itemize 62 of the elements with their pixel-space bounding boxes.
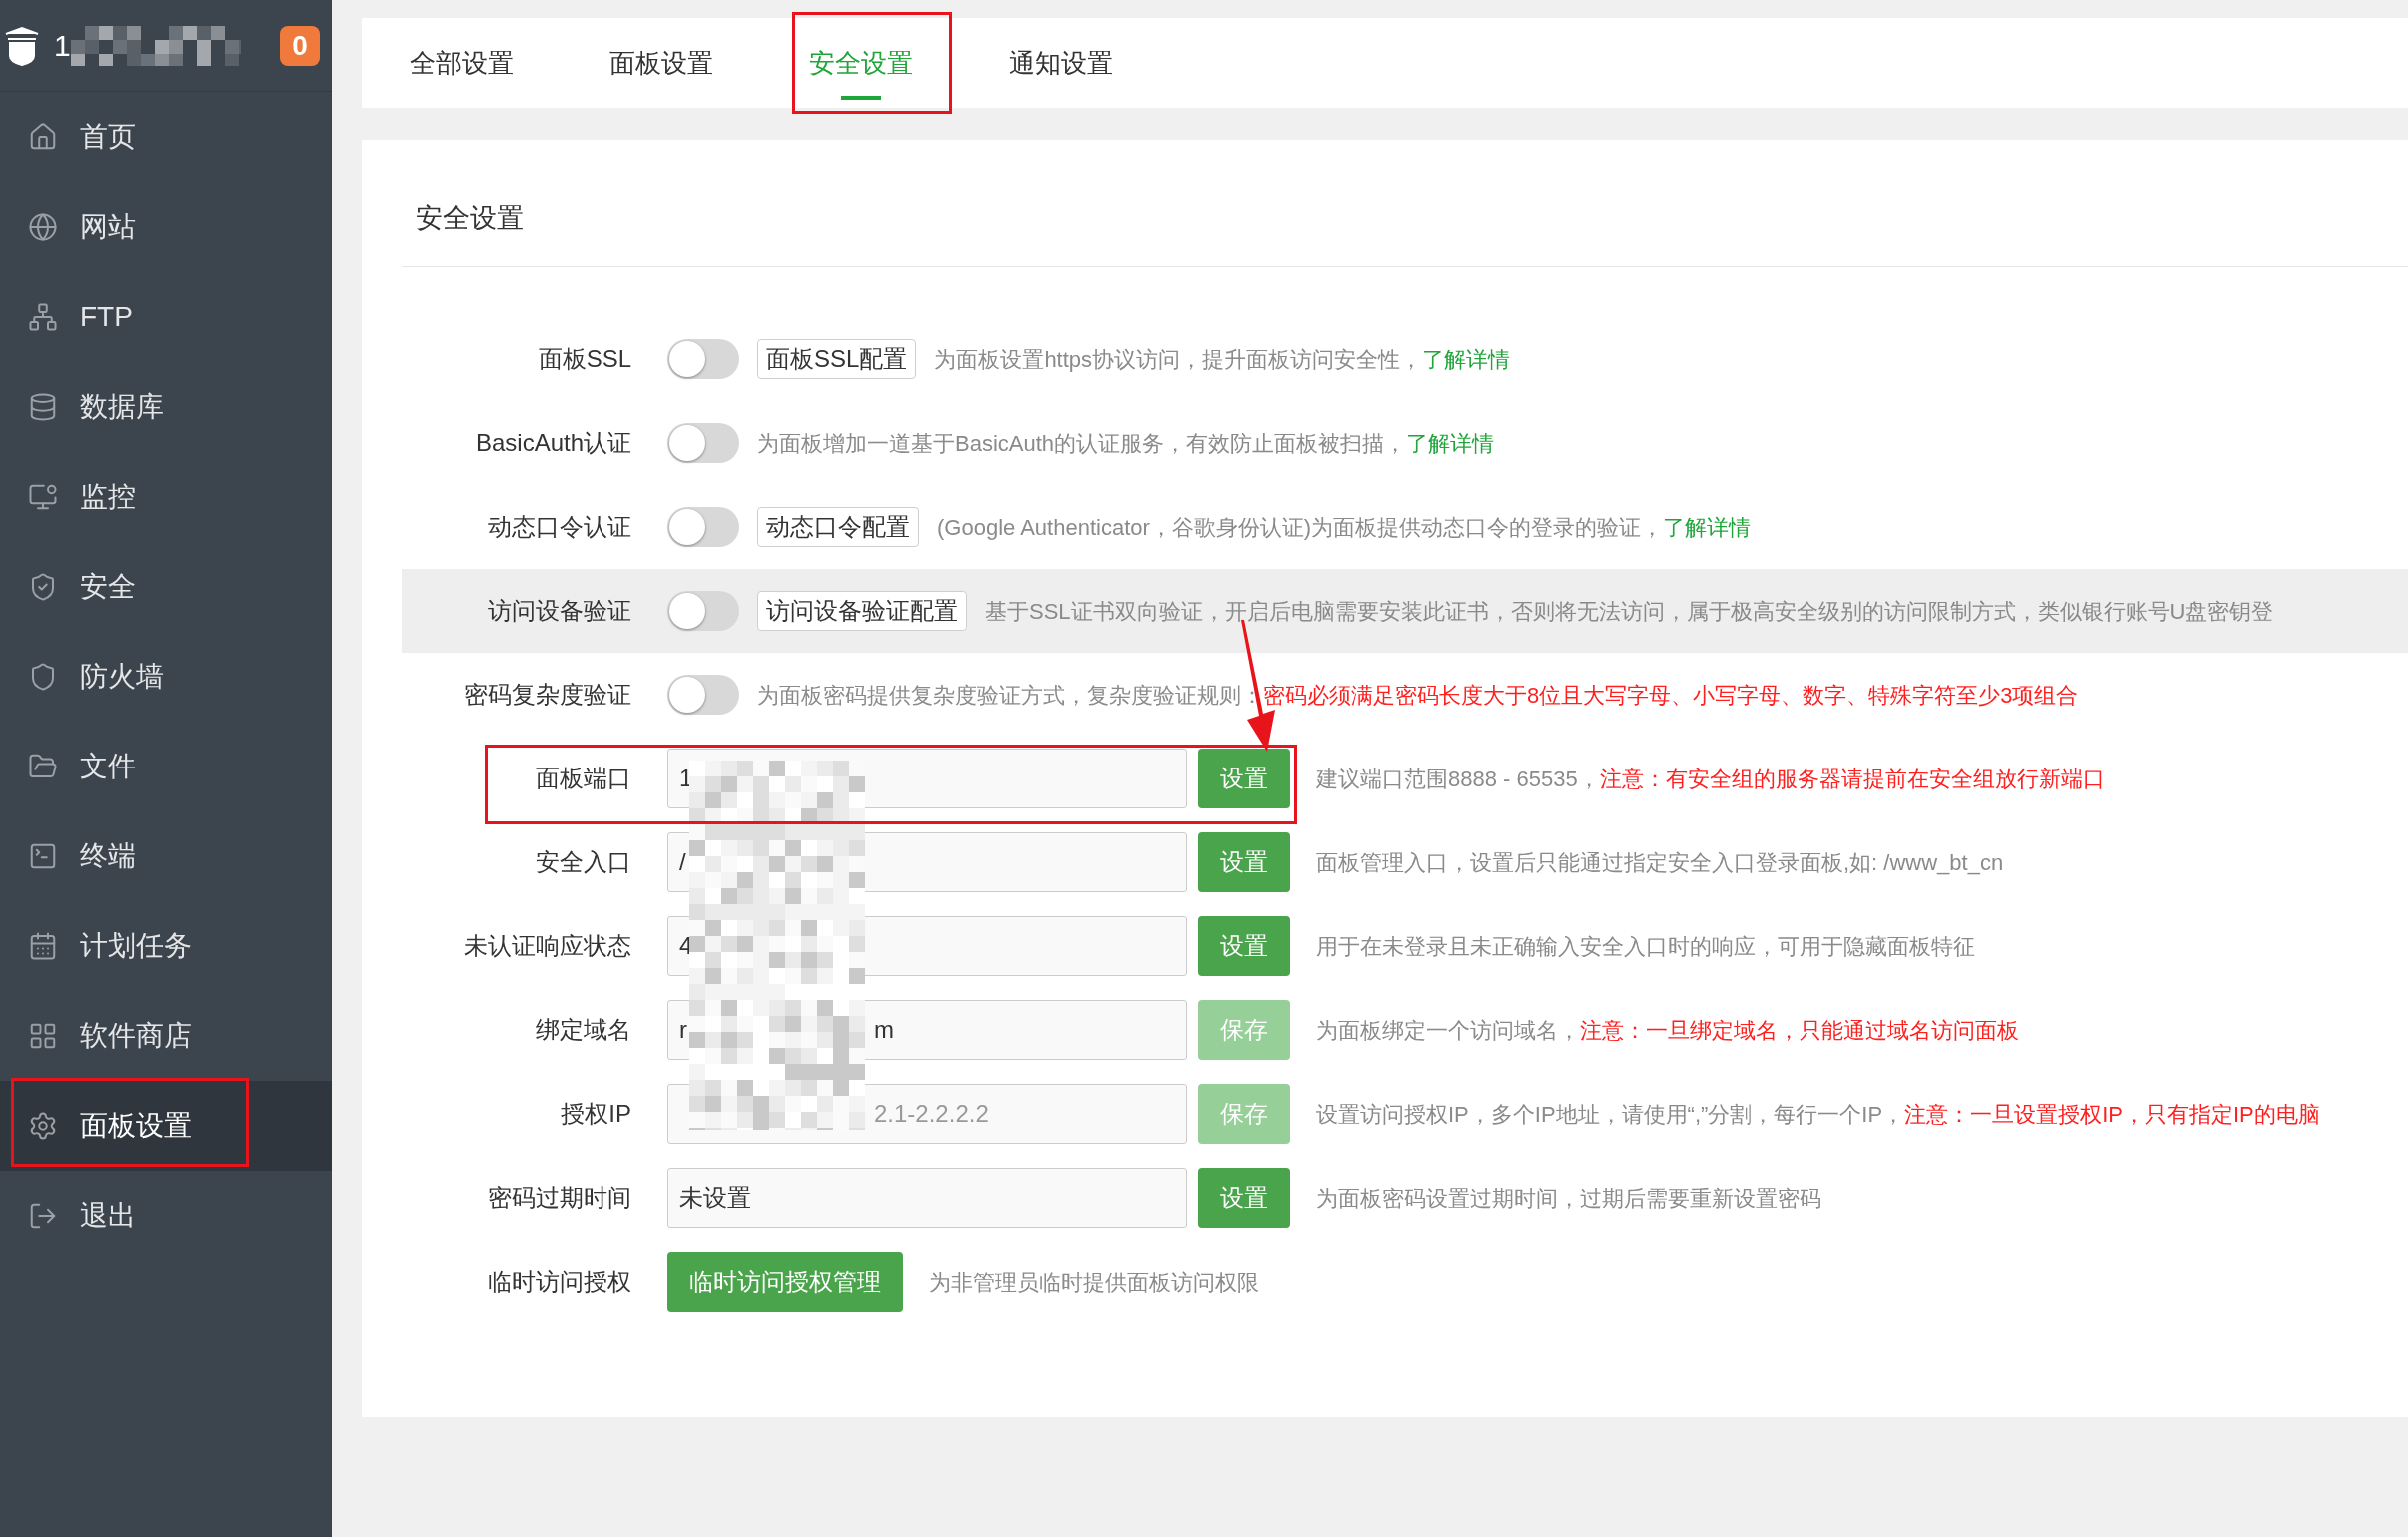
sidebar-item[interactable]: 网站 [0, 182, 332, 272]
home-icon [28, 122, 58, 152]
grid-icon [28, 1021, 58, 1051]
sidebar-item[interactable]: 终端 [0, 811, 332, 901]
input-field[interactable]: 未设置 [667, 1168, 1187, 1228]
toggle-switch[interactable] [667, 423, 739, 463]
castle-logo-icon [4, 25, 40, 66]
sidebar-item[interactable]: 首页 [0, 92, 332, 182]
sidebar-item[interactable]: 面板设置 [0, 1081, 332, 1171]
setting-label: 动态口令认证 [487, 512, 631, 542]
sidebar-item[interactable]: 防火墙 [0, 632, 332, 722]
description: 为面板设置https协议访问，提升面板访问安全性，了解详情 [934, 345, 1511, 374]
setting-label: 授权IP [560, 1099, 631, 1129]
toggle-switch[interactable] [667, 675, 739, 715]
description: 基于SSL证书双向验证，开启后电脑需要安装此证书，否则将无法访问，属于极高安全级别的访问限制方式，类似银行账号U盘密钥登 [985, 597, 2274, 626]
tab[interactable]: 通知设置 [961, 18, 1161, 108]
sidebar-item[interactable]: 安全 [0, 542, 332, 632]
network-icon [28, 302, 58, 332]
setting-label: 临时访问授权 [487, 1267, 631, 1297]
settings-icon [28, 1111, 58, 1141]
toggle-switch[interactable] [667, 339, 739, 379]
setting-label: 密码复杂度验证 [463, 680, 631, 710]
tab[interactable]: 全部设置 [362, 18, 562, 108]
description: 用于在未登录且未正确输入安全入口时的响应，可用于隐藏面板特征 [1316, 932, 1975, 961]
toggle-switch[interactable] [667, 591, 739, 631]
tab[interactable]: 面板设置 [562, 18, 761, 108]
monitor-icon [28, 482, 58, 512]
description: 设置访问授权IP，多个IP地址，请使用“,”分割，每行一个IP，注意：一旦设置授权IP，只有指定IP的电脑 [1316, 1100, 2320, 1129]
brand-name: 1 [54, 28, 71, 64]
description: 建议端口范围8888 - 65535，注意：有安全组的服务器请提前在安全组放行新端口 [1316, 765, 2105, 793]
terminal-icon [28, 841, 58, 871]
setting-label: 面板SSL [537, 344, 631, 374]
setting-label: 安全入口 [535, 847, 631, 877]
sidebar-item[interactable]: 软件商店 [0, 991, 332, 1081]
setting-label: 访问设备验证 [487, 596, 631, 626]
calendar-icon [28, 931, 58, 961]
setting-label: 绑定域名 [535, 1015, 631, 1045]
globe-icon [28, 212, 58, 242]
setting-label: 密码过期时间 [487, 1183, 631, 1213]
sidebar-item[interactable]: 退出 [0, 1171, 332, 1261]
config-button[interactable]: 访问设备验证配置 [757, 591, 967, 631]
description: (Google Authenticator，谷歌身份认证)为面板提供动态口令的登录的验证，了解详情 [937, 513, 1752, 542]
description: 为面板增加一道基于BasicAuth的认证服务，有效防止面板被扫描，了解详情 [757, 429, 1495, 458]
database-icon [28, 392, 58, 422]
description: 面板管理入口，设置后只能通过指定安全入口登录面板,如: /www_bt_cn [1316, 848, 2004, 877]
config-button[interactable]: 面板SSL配置 [757, 339, 917, 379]
description: 为面板密码提供复杂度验证方式，复杂度验证规则：密码必须满足密码长度大于8位且大写字母、小写字母、数字、特殊字符至少3项组合 [757, 681, 2079, 710]
description: 为面板密码设置过期时间，过期后需要重新设置密码 [1316, 1184, 1821, 1213]
config-button[interactable]: 动态口令配置 [757, 507, 919, 547]
setting-label: BasicAuth认证 [474, 428, 631, 458]
setting-label: 面板端口 [535, 764, 631, 793]
description: 为非管理员临时提供面板访问权限 [929, 1268, 1259, 1297]
sidebar-item[interactable]: 监控 [0, 452, 332, 542]
sidebar-item[interactable]: 数据库 [0, 362, 332, 452]
logout-icon [28, 1201, 58, 1231]
sidebar-item[interactable]: 文件 [0, 722, 332, 811]
setting-label: 未认证响应状态 [463, 931, 631, 961]
section-title: 安全设置 [415, 202, 525, 235]
sidebar-item[interactable]: FTP [0, 272, 332, 362]
description: 为面板绑定一个访问域名，注意：一旦绑定域名，只能通过域名访问面板 [1316, 1016, 2019, 1045]
toggle-switch[interactable] [667, 507, 739, 547]
sidebar-item[interactable]: 计划任务 [0, 901, 332, 991]
